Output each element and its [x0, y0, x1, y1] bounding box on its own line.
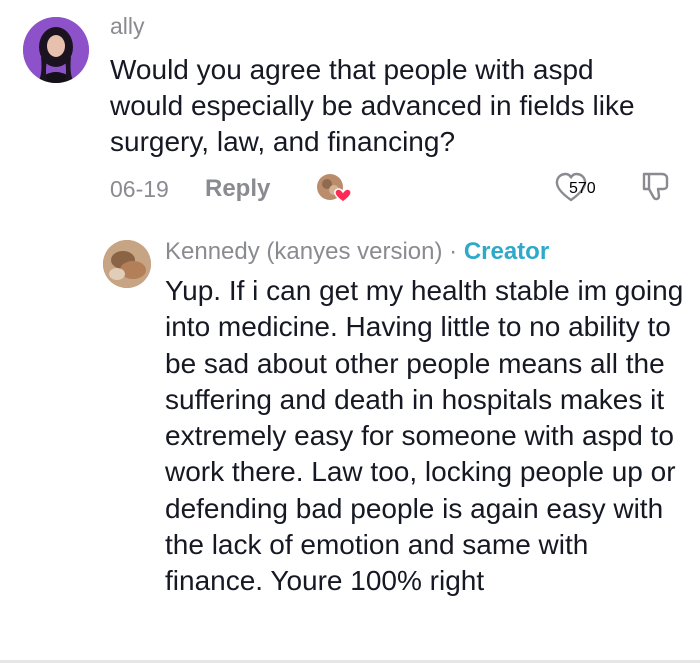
reply-avatar[interactable]	[103, 240, 151, 288]
reply-username[interactable]: Kennedy (kanyes version)	[165, 238, 442, 265]
comment-text: Would you agree that people with aspd wo…	[110, 54, 635, 157]
thumbs-down-icon[interactable]	[638, 168, 674, 204]
creator-badge: Creator	[463, 238, 550, 265]
comment-username[interactable]: ally	[110, 13, 145, 40]
separator-dot: ·	[442, 238, 464, 265]
creator-liked-heart-icon	[315, 172, 355, 204]
like-count: 570	[569, 180, 596, 197]
reply-text: Yup. If i can get my health stable im go…	[165, 275, 684, 597]
avatar[interactable]	[23, 17, 89, 83]
reply-username-line: Kennedy (kanyes version) · Creator	[165, 238, 549, 266]
reply-button[interactable]: Reply	[205, 172, 270, 206]
comment-date: 06-19	[110, 175, 169, 202]
